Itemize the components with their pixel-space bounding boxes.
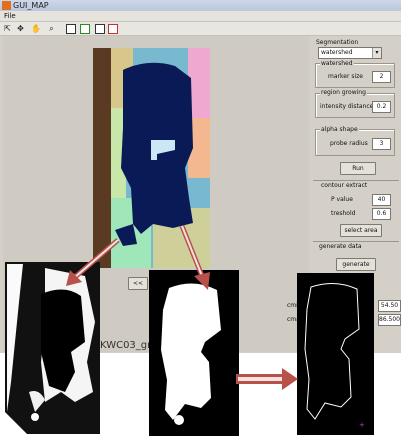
arrow-to-mask (66, 238, 120, 286)
arrow-to-filled (179, 225, 210, 290)
arrow-to-contour (236, 368, 298, 390)
arrows-layer (66, 225, 298, 390)
